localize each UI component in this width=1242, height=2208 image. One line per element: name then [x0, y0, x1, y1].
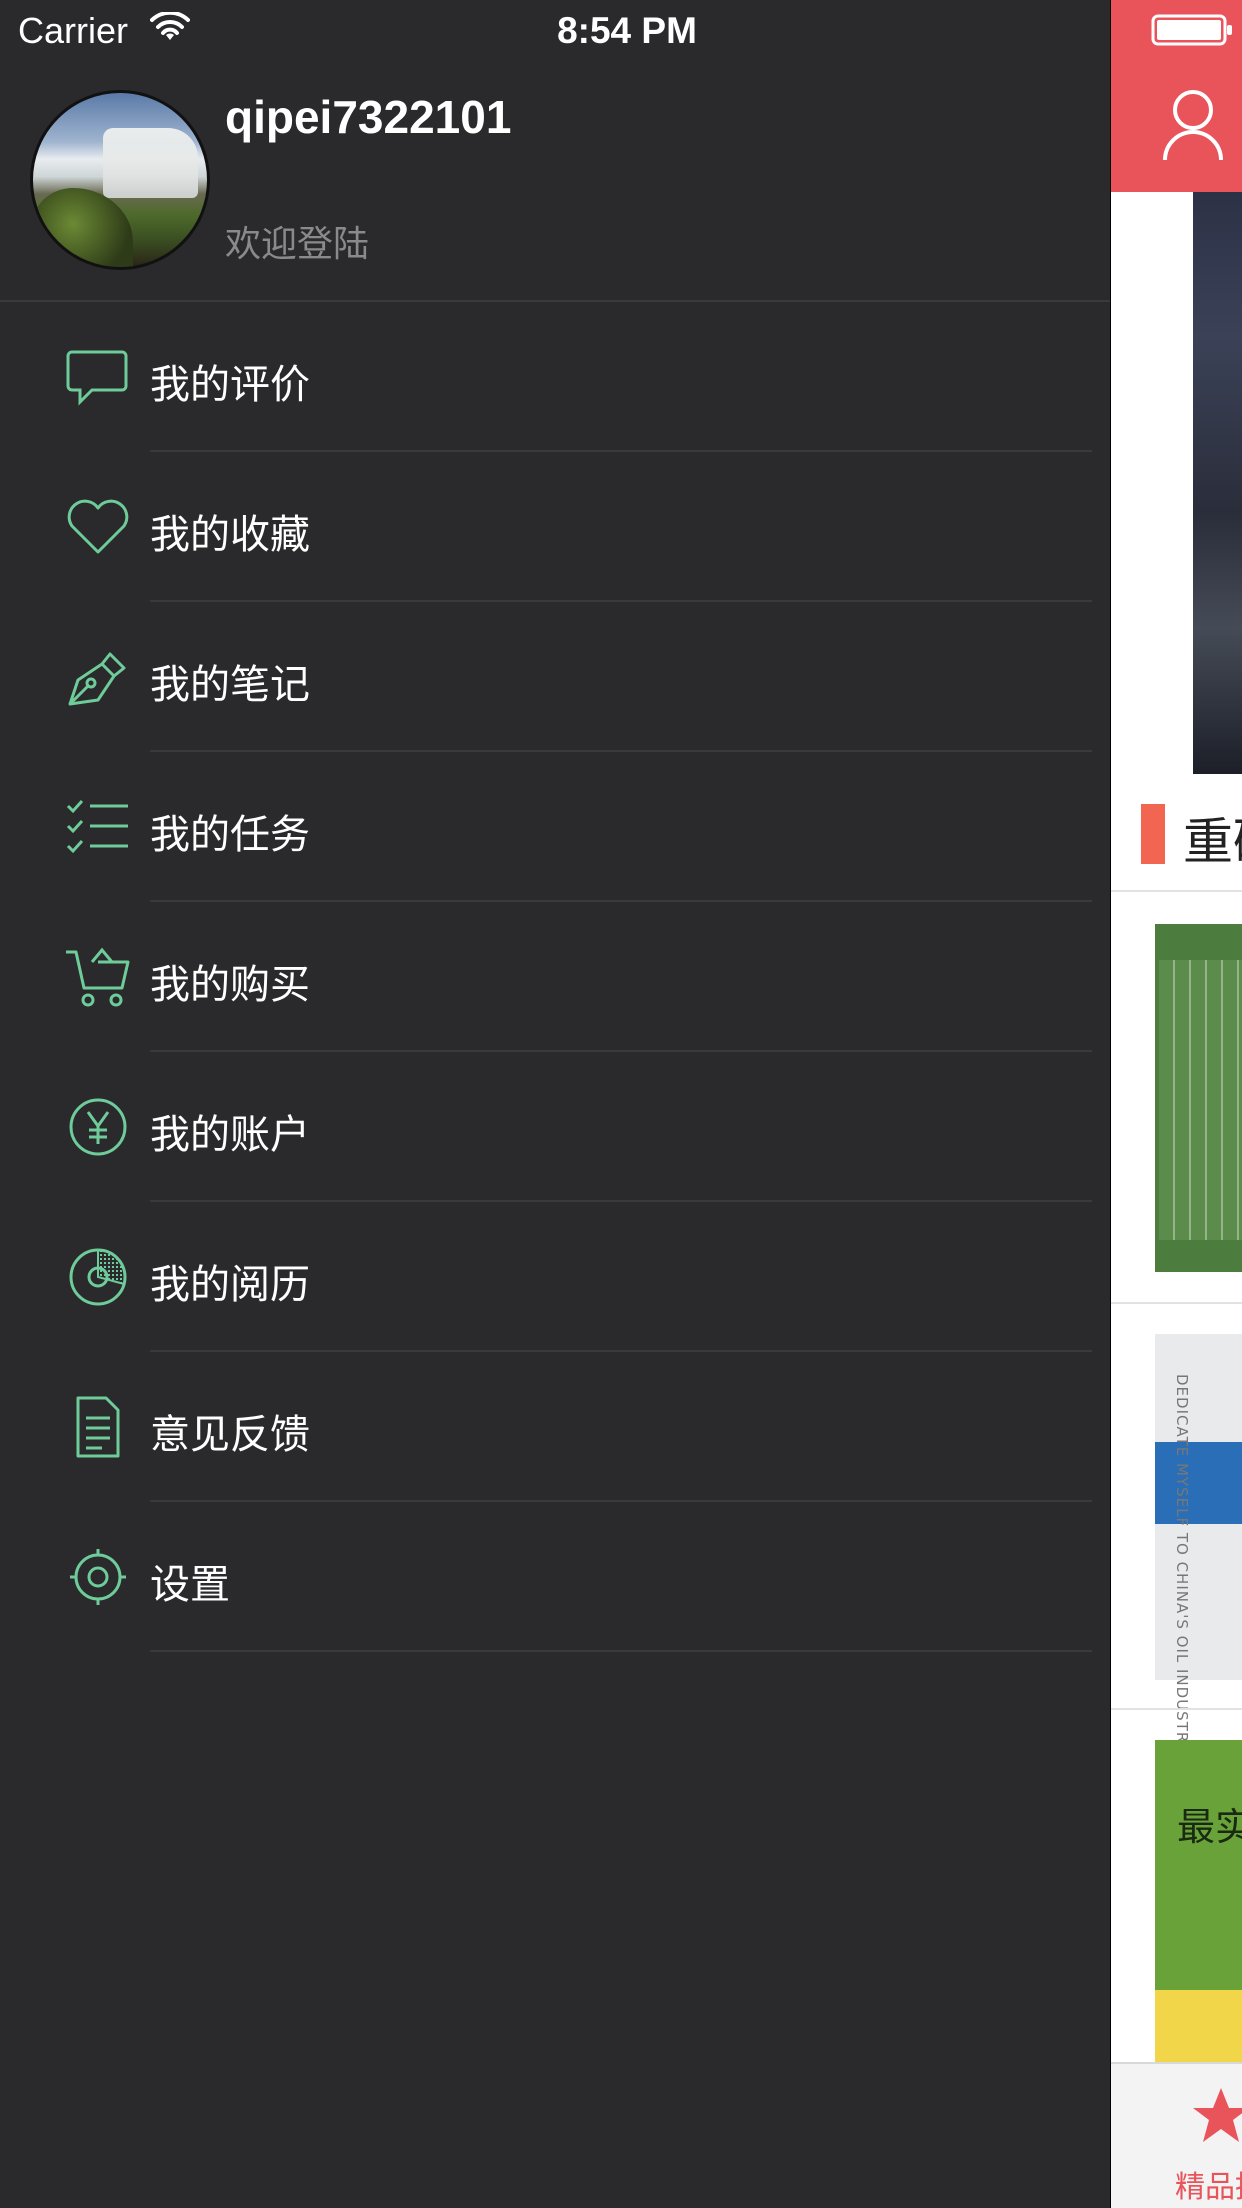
pie-icon — [69, 1248, 127, 1306]
tab-bar: 精品推 — [1111, 2062, 1242, 2208]
menu-item-account[interactable]: 我的账户 — [0, 1052, 1110, 1202]
menu-label: 我的账户 — [150, 1112, 310, 1158]
user-icon[interactable] — [1161, 88, 1225, 162]
menu-item-settings[interactable]: 设置 — [0, 1502, 1110, 1652]
divider — [1111, 890, 1242, 892]
status-bar: Carrier 8:54 PM — [0, 0, 1110, 60]
welcome-text: 欢迎登陆 — [225, 224, 370, 265]
side-drawer: Carrier 8:54 PM qipei7322101 欢迎登陆 我的评价 我… — [0, 0, 1110, 2208]
menu-item-purchases[interactable]: 我的购买 — [0, 902, 1110, 1052]
star-icon[interactable] — [1191, 2086, 1242, 2146]
book-title: 最实 — [1177, 1805, 1242, 1849]
menu-item-tasks[interactable]: 我的任务 — [0, 752, 1110, 902]
menu-item-notes[interactable]: 我的笔记 — [0, 602, 1110, 752]
comment-icon — [66, 350, 128, 406]
username: qipei7322101 — [225, 91, 512, 143]
settings-icon — [70, 1549, 126, 1605]
book-cover[interactable]: 最实 — [1155, 1740, 1242, 2062]
tab-featured[interactable]: 精品推 — [1175, 2162, 1242, 2206]
divider — [1111, 1708, 1242, 1710]
checklist-icon — [66, 799, 128, 854]
main-content-peek[interactable]: 重磅 DEDICATE MYSELF TO CHINA'S OIL INDUST… — [1110, 0, 1242, 2208]
cart-icon — [66, 947, 130, 1007]
book-cover[interactable]: DEDICATE MYSELF TO CHINA'S OIL INDUSTRY — [1155, 1334, 1242, 1753]
menu-item-history[interactable]: 我的阅历 — [0, 1202, 1110, 1352]
battery-icon — [1151, 14, 1232, 46]
banner-image[interactable] — [1193, 192, 1242, 774]
menu-label: 我的任务 — [150, 812, 310, 858]
section-title-text: 重磅 — [1183, 813, 1242, 871]
document-icon — [76, 1396, 120, 1458]
drawer-menu: 我的评价 我的收藏 我的笔记 我的任务 我的购买 我的账户 我的阅历 意见反馈 … — [0, 302, 1110, 1652]
menu-label: 我的购买 — [150, 962, 310, 1008]
divider — [1111, 1302, 1242, 1304]
menu-label: 意见反馈 — [150, 1412, 310, 1458]
book-spine-text: DEDICATE MYSELF TO CHINA'S OIL INDUSTRY — [1173, 1374, 1191, 1753]
status-time: 8:54 PM — [557, 10, 697, 51]
avatar[interactable] — [30, 90, 210, 270]
menu-item-favorites[interactable]: 我的收藏 — [0, 452, 1110, 602]
book-cover[interactable] — [1155, 924, 1242, 1272]
section-title: 重磅 — [1141, 798, 1242, 871]
menu-label: 我的收藏 — [150, 512, 310, 558]
menu-item-feedback[interactable]: 意见反馈 — [0, 1352, 1110, 1502]
profile-header[interactable]: qipei7322101 欢迎登陆 — [0, 60, 1110, 302]
menu-item-reviews[interactable]: 我的评价 — [0, 302, 1110, 452]
heart-icon — [67, 499, 129, 554]
menu-label: 我的笔记 — [150, 662, 310, 708]
menu-label: 我的评价 — [150, 362, 310, 408]
pen-icon — [68, 652, 126, 706]
menu-label: 设置 — [150, 1562, 230, 1608]
yen-icon — [69, 1098, 127, 1156]
menu-label: 我的阅历 — [150, 1262, 310, 1308]
main-header — [1111, 0, 1242, 192]
